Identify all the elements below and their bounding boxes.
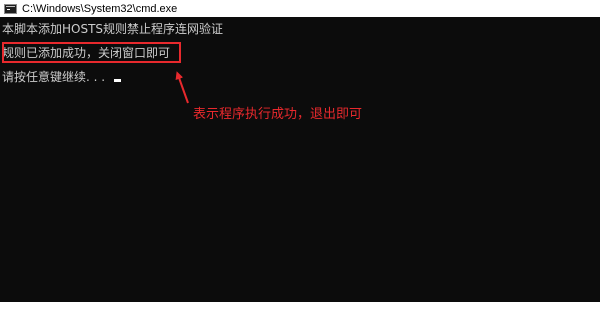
- cmd-window: C:\Windows\System32\cmd.exe 本脚本添加HOSTS规则…: [0, 0, 600, 311]
- window-title: C:\Windows\System32\cmd.exe: [22, 2, 178, 15]
- window-bottom-edge: [0, 302, 600, 311]
- console-icon[interactable]: [4, 3, 17, 14]
- arrow-line: [175, 71, 189, 104]
- annotation-text: 表示程序执行成功，退出即可: [193, 107, 363, 122]
- title-bar[interactable]: C:\Windows\System32\cmd.exe: [0, 0, 600, 17]
- console-output[interactable]: 本脚本添加HOSTS规则禁止程序连网验证 规则已添加成功，关闭窗口即可 请按任意…: [0, 17, 600, 302]
- vertical-scrollbar[interactable]: [591, 17, 600, 302]
- annotation-arrow: [175, 71, 189, 104]
